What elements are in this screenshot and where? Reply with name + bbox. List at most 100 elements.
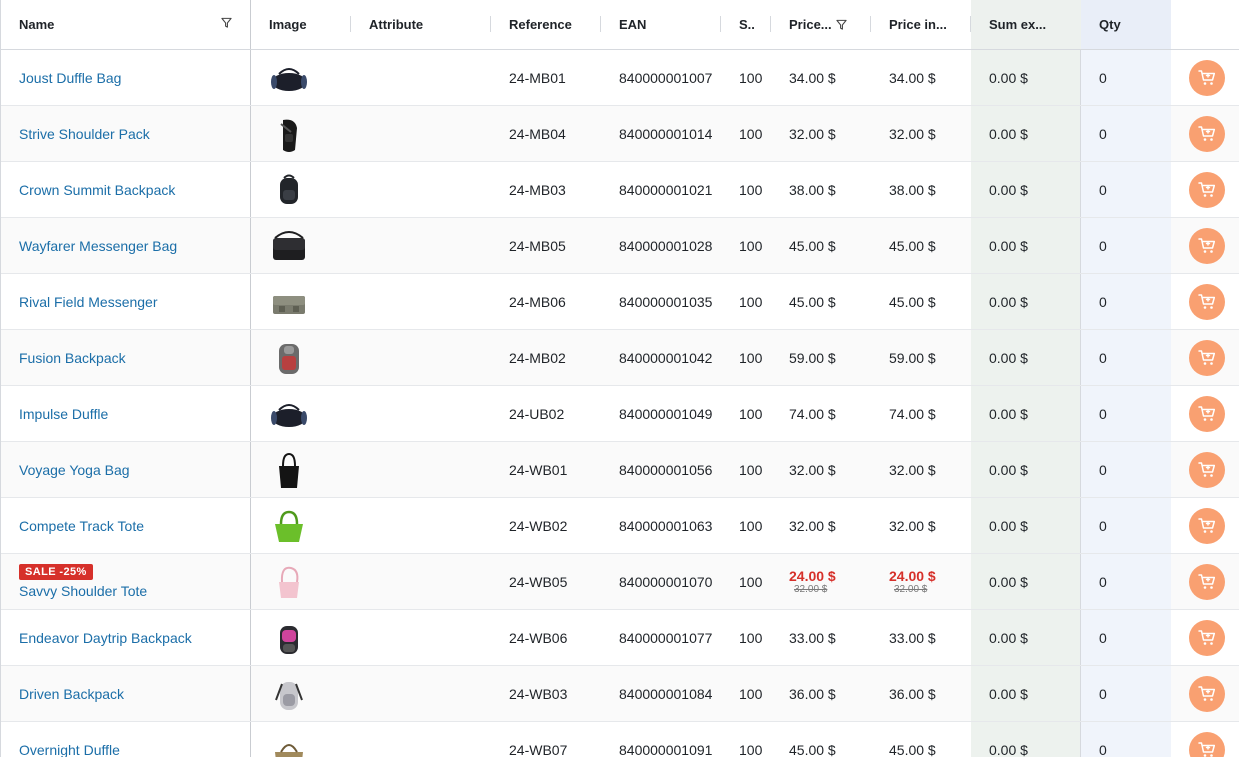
cell-qty[interactable]: 0 [1081,498,1171,553]
price-value: 36.00 $ [889,685,936,702]
cell-qty[interactable]: 0 [1081,218,1171,273]
cell-attribute [351,50,491,105]
cell-qty[interactable]: 0 [1081,274,1171,329]
table-row[interactable]: Compete Track Tote 24-WB02 840000001063 100… [1,498,1239,554]
table-row[interactable]: Wayfarer Messenger Bag 24-MB05 84000000102… [1,218,1239,274]
product-name-link[interactable]: Joust Duffle Bag [19,70,121,86]
cell-qty[interactable]: 0 [1081,386,1171,441]
column-header-stock-label: S.. [739,17,755,32]
table-row[interactable]: Impulse Duffle 24-UB02 840000001049 100 74.0… [1,386,1239,442]
table-row[interactable]: Endeavor Daytrip Backpack 24-WB06 84000000… [1,610,1239,666]
column-header-price-excl[interactable]: Price... [771,0,871,49]
table-row[interactable]: Joust Duffle Bag 24-MB01 840000001007 100 34… [1,50,1239,106]
column-header-ean[interactable]: EAN [601,0,721,49]
cell-name: Crown Summit Backpack [1,162,251,217]
product-thumbnail[interactable] [269,58,309,98]
product-thumbnail[interactable] [269,282,309,322]
column-header-name[interactable]: Name [1,0,251,49]
add-to-cart-button[interactable] [1189,507,1225,544]
add-to-cart-button[interactable] [1189,339,1225,376]
product-name-link[interactable]: Voyage Yoga Bag [19,462,130,478]
table-row[interactable]: Rival Field Messenger 24-MB06 840000001035… [1,274,1239,330]
column-header-name-label: Name [19,17,55,32]
product-thumbnail[interactable] [269,506,309,546]
product-name-link[interactable]: Impulse Duffle [19,406,108,422]
add-to-cart-button[interactable] [1189,563,1225,600]
cart-icon [1198,69,1216,85]
add-to-cart-button[interactable] [1189,451,1225,488]
product-name-link[interactable]: Wayfarer Messenger Bag [19,238,177,254]
column-header-stock[interactable]: S.. [721,0,771,49]
table-row[interactable]: Voyage Yoga Bag 24-WB01 840000001056 100 32.… [1,442,1239,498]
cell-image [251,386,351,441]
cell-ean: 840000001091 [619,741,713,757]
product-thumbnail[interactable] [269,114,309,154]
cell-qty[interactable]: 0 [1081,330,1171,385]
column-header-price-incl[interactable]: Price in... [871,0,971,49]
filter-icon[interactable] [221,17,232,28]
product-name-link[interactable]: Crown Summit Backpack [19,182,175,198]
cell-qty[interactable]: 0 [1081,666,1171,721]
table-row[interactable]: Fusion Backpack 24-MB02 840000001042 100 59.… [1,330,1239,386]
product-thumbnail[interactable] [269,730,309,757]
column-header-sum-excl[interactable]: Sum ex... [971,0,1081,49]
cell-qty[interactable]: 0 [1081,610,1171,665]
column-header-reference[interactable]: Reference [491,0,601,49]
product-thumbnail[interactable] [269,170,309,210]
table-row[interactable]: Overnight Duffle 24-WB07 840000001091 100 45… [1,722,1239,757]
filter-icon[interactable] [836,19,847,30]
product-thumbnail[interactable] [269,562,309,602]
cell-qty[interactable]: 0 [1081,722,1171,757]
cell-image [251,666,351,721]
price-value: 32.00 $ [889,517,936,534]
price-value: 45.00 $ [789,293,836,310]
column-header-image[interactable]: Image [251,0,351,49]
table-row[interactable]: SALE -25% Savvy Shoulder Tote 24-WB05 84000… [1,554,1239,610]
product-name-link[interactable]: Compete Track Tote [19,518,144,534]
column-header-attribute[interactable]: Attribute [351,0,491,49]
product-name-link[interactable]: Strive Shoulder Pack [19,126,150,142]
price-value: 59.00 $ [789,349,836,366]
cell-qty[interactable]: 0 [1081,106,1171,161]
cell-ean: 840000001070 [619,573,713,590]
product-thumbnail[interactable] [269,226,309,266]
add-to-cart-button[interactable] [1189,675,1225,712]
product-name-link[interactable]: Fusion Backpack [19,350,126,366]
table-row[interactable]: Driven Backpack 24-WB03 840000001084 100 36.… [1,666,1239,722]
cell-qty[interactable]: 0 [1081,442,1171,497]
price-value: 34.00 $ [889,69,936,86]
price-value: 74.00 $ [889,405,936,422]
add-to-cart-button[interactable] [1189,227,1225,264]
product-thumbnail[interactable] [269,394,309,434]
product-thumbnail[interactable] [269,338,309,378]
cell-qty[interactable]: 0 [1081,50,1171,105]
cell-price-excl: 45.00 $ [771,722,871,757]
cell-qty[interactable]: 0 [1081,554,1171,609]
cell-price-incl: 45.00 $ [871,722,971,757]
price-value: 32.00 $ [789,461,836,478]
product-name-link[interactable]: Savvy Shoulder Tote [19,583,147,599]
cell-ean: 840000001007 [619,69,713,86]
product-name-link[interactable]: Overnight Duffle [19,742,120,757]
cell-qty[interactable]: 0 [1081,162,1171,217]
product-name-link[interactable]: Rival Field Messenger [19,294,158,310]
table-row[interactable]: Crown Summit Backpack 24-MB03 840000001021… [1,162,1239,218]
column-header-qty[interactable]: Qty [1081,0,1171,49]
product-thumbnail[interactable] [269,618,309,658]
product-name-link[interactable]: Driven Backpack [19,686,124,702]
product-thumbnail[interactable] [269,674,309,714]
cell-ean: 840000001063 [619,517,713,534]
add-to-cart-button[interactable] [1189,59,1225,96]
cell-stock: 100 [739,293,763,310]
add-to-cart-button[interactable] [1189,283,1225,320]
add-to-cart-button[interactable] [1189,619,1225,656]
product-thumbnail[interactable] [269,450,309,490]
add-to-cart-button[interactable] [1189,115,1225,152]
add-to-cart-button[interactable] [1189,731,1225,757]
add-to-cart-button[interactable] [1189,395,1225,432]
add-to-cart-button[interactable] [1189,171,1225,208]
table-row[interactable]: Strive Shoulder Pack 24-MB04 840000001014 1… [1,106,1239,162]
price-value: 32.00 $ [889,125,936,142]
product-name-link[interactable]: Endeavor Daytrip Backpack [19,630,192,646]
cell-sum-excl: 0.00 $ [971,50,1081,105]
